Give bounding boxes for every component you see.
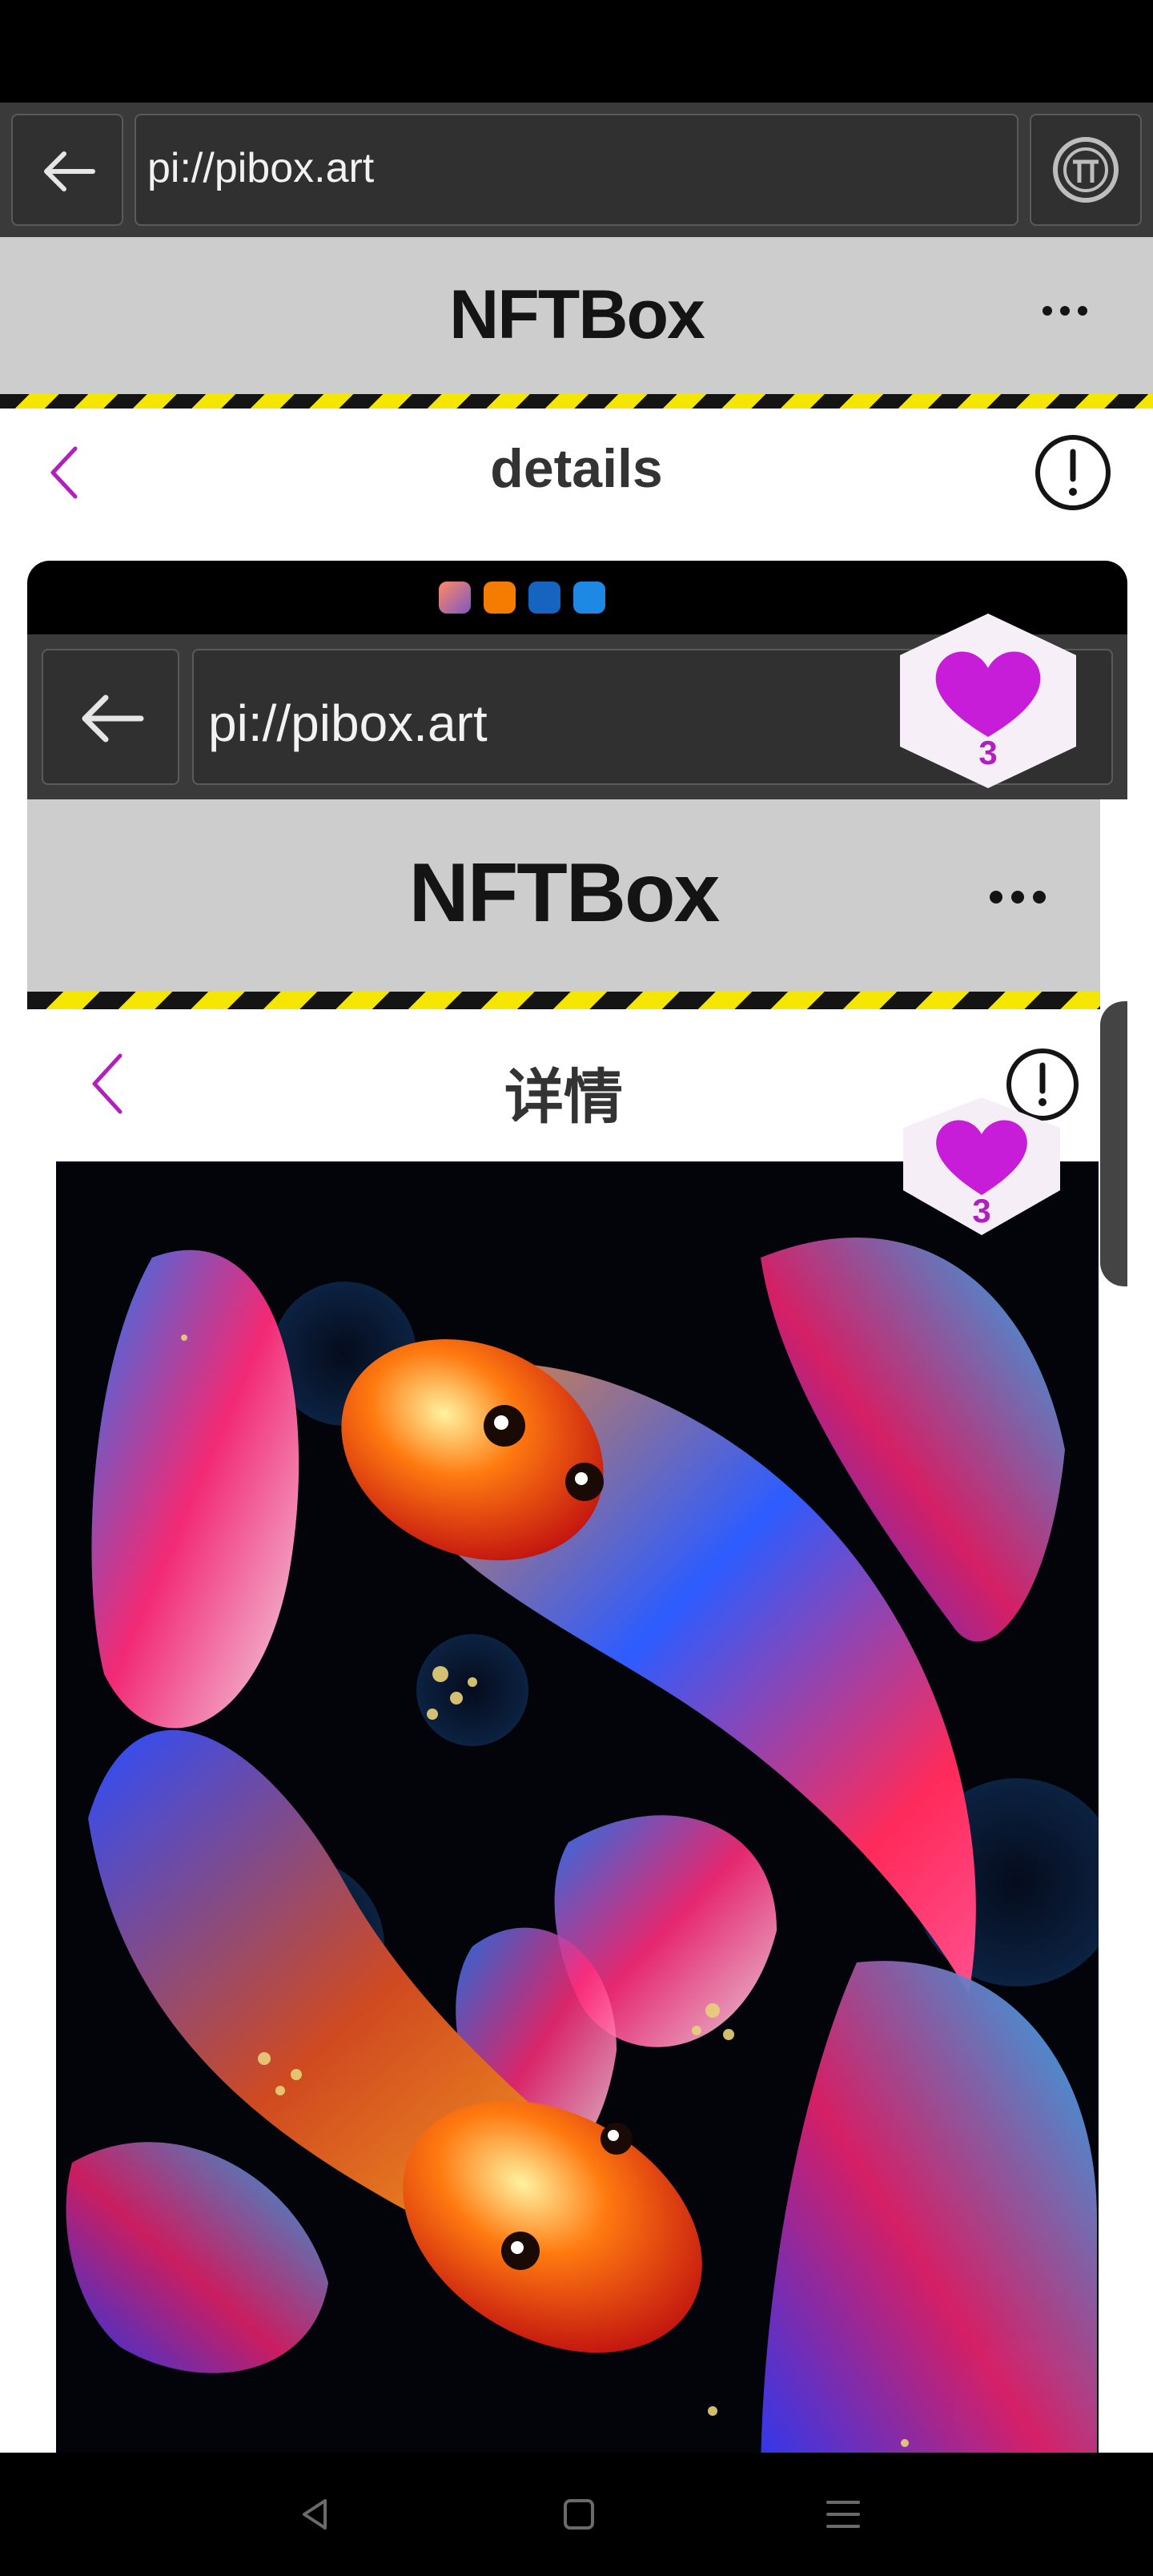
- triangle-back-icon[interactable]: [287, 2486, 343, 2542]
- like-button[interactable]: 3: [894, 610, 1083, 791]
- embedded-like-badge: 3: [895, 1094, 1068, 1237]
- embedded-app-title: NFTBox: [408, 847, 721, 940]
- arrow-left-icon: [44, 151, 95, 191]
- url-text: pi://pibox.art: [147, 145, 375, 191]
- nft-image-card[interactable]: pi://pibox.art NFTBox 详情 3: [27, 561, 1127, 2453]
- embedded-like-count: 3: [972, 1192, 991, 1230]
- status-bar: [0, 0, 1153, 103]
- koi-fish-artwork: [56, 1161, 1099, 2453]
- pi-logo-icon: [1053, 137, 1119, 203]
- app-header: NFTBox: [0, 237, 1153, 394]
- cloud-app-icon: [573, 582, 605, 614]
- arrow-left-icon: [82, 694, 144, 743]
- address-bar[interactable]: pi://pibox.art: [135, 114, 1018, 226]
- more-horizontal-icon[interactable]: [1041, 301, 1089, 320]
- browser-back-button[interactable]: [11, 114, 123, 226]
- hazard-stripe-divider: [0, 394, 1153, 409]
- system-nav-bar: [0, 2453, 1153, 2576]
- embedded-app-header: NFTBox: [27, 799, 1100, 992]
- page-header: details: [0, 409, 1153, 537]
- exclamation-circle-icon[interactable]: [1033, 433, 1113, 513]
- pi-browser-button[interactable]: [1030, 114, 1142, 226]
- browser-app-icon: [439, 582, 471, 614]
- video-app-icon: [484, 582, 516, 614]
- square-home-icon[interactable]: [551, 2486, 607, 2542]
- more-horizontal-icon: [990, 891, 1046, 904]
- details-page: details pi://pibox.art NFTBox 详情 3 3: [0, 409, 1153, 2453]
- side-handle: [1100, 1001, 1127, 1286]
- embedded-hazard-stripe: [27, 992, 1100, 1009]
- menu-lines-icon[interactable]: [815, 2486, 871, 2542]
- page-title: details: [490, 438, 663, 499]
- app-title: NFTBox: [449, 276, 705, 353]
- browser-toolbar: pi://pibox.art: [0, 103, 1153, 237]
- bulb-app-icon: [528, 582, 560, 614]
- embedded-url-text: pi://pibox.art: [208, 694, 488, 752]
- like-count: 3: [978, 734, 998, 771]
- embedded-back-button: [42, 649, 179, 785]
